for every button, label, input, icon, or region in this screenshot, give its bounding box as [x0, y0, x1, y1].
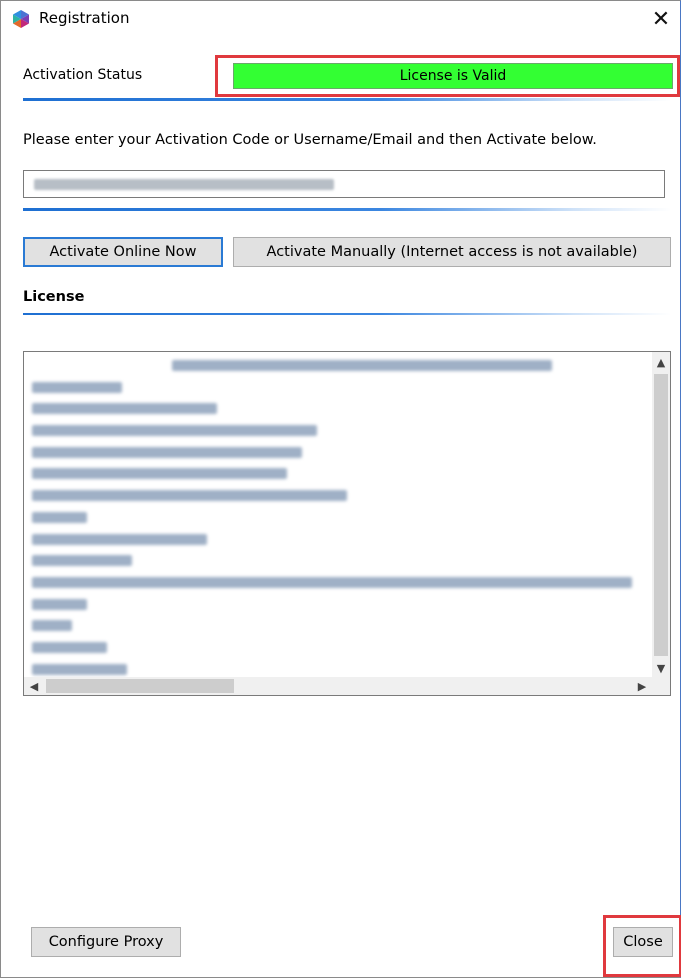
window-title: Registration	[39, 9, 130, 27]
horizontal-scroll-thumb[interactable]	[46, 679, 234, 693]
registration-app-icon	[13, 10, 29, 28]
code-separator	[23, 208, 671, 211]
activate-online-button[interactable]: Activate Online Now	[23, 237, 223, 267]
vertical-scroll-thumb[interactable]	[654, 374, 668, 656]
close-button[interactable]: Close	[613, 927, 673, 957]
activation-code-input[interactable]	[23, 170, 665, 198]
close-window-icon[interactable]: ✕	[646, 3, 676, 35]
activation-instruction: Please enter your Activation Code or Use…	[23, 132, 597, 148]
activate-manually-button[interactable]: Activate Manually (Internet access is no…	[233, 237, 671, 267]
license-text-area[interactable]: ▲ ▼ ◀ ▶	[23, 351, 671, 696]
title-bar: Registration ✕	[1, 1, 680, 37]
scroll-up-icon[interactable]: ▲	[652, 352, 670, 372]
vertical-scrollbar[interactable]: ▲ ▼	[652, 352, 670, 678]
configure-proxy-button[interactable]: Configure Proxy	[31, 927, 181, 957]
scroll-right-icon[interactable]: ▶	[632, 677, 652, 695]
status-separator	[23, 98, 671, 101]
scrollbar-corner	[652, 677, 670, 695]
scroll-down-icon[interactable]: ▼	[652, 658, 670, 678]
horizontal-scrollbar[interactable]: ◀ ▶	[24, 677, 652, 695]
activation-status-label: Activation Status	[23, 67, 143, 83]
registration-window: Registration ✕ Activation Status License…	[0, 0, 681, 978]
license-section-label: License	[23, 289, 85, 305]
license-separator	[23, 313, 671, 315]
activation-code-value-obscured	[34, 179, 334, 190]
scroll-left-icon[interactable]: ◀	[24, 677, 44, 695]
license-content-obscured	[32, 360, 632, 695]
license-status-badge: License is Valid	[233, 63, 673, 89]
